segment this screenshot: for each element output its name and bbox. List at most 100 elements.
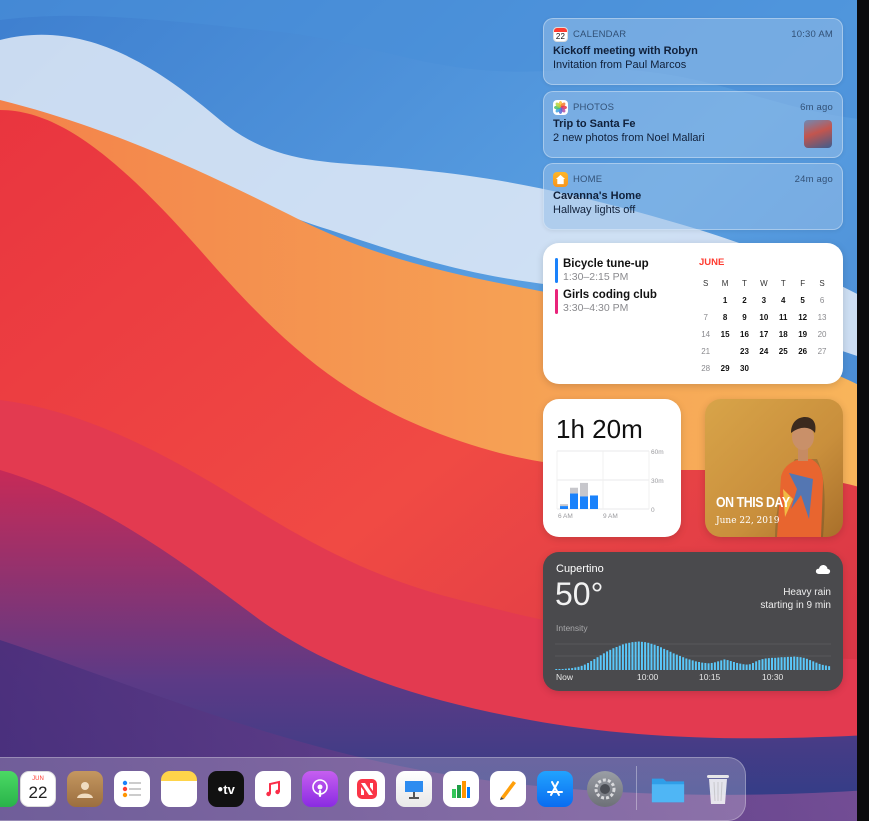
finder-app-icon[interactable] xyxy=(0,771,18,807)
calendar-day[interactable]: 5 xyxy=(793,296,812,305)
numbers-icon xyxy=(452,781,470,798)
calendar-day[interactable]: 12 xyxy=(793,313,812,322)
notification-calendar[interactable]: 22 CALENDAR 10:30 AM Kickoff meeting wit… xyxy=(543,18,843,85)
calendar-app-icon[interactable]: JUN 22 xyxy=(20,771,56,807)
calendar-day[interactable]: 8 xyxy=(715,313,734,322)
calendar-day[interactable]: 23 xyxy=(735,347,754,356)
precipitation-bar xyxy=(574,667,577,670)
calendar-day[interactable]: 21 xyxy=(696,347,715,356)
precipitation-bar xyxy=(704,662,707,670)
calendar-day[interactable]: 7 xyxy=(696,313,715,322)
calendar-day[interactable]: 2 xyxy=(735,296,754,305)
photos-widget[interactable]: ON THIS DAY June 22, 2019 xyxy=(705,399,843,537)
event-color-bar xyxy=(555,258,558,283)
calendar-day[interactable]: 28 xyxy=(696,364,715,373)
cloud-icon xyxy=(815,565,831,574)
keynote-app-icon[interactable] xyxy=(396,771,432,807)
calendar-day[interactable]: 27 xyxy=(812,347,831,356)
screen-time-widget[interactable]: 1h 20m 60m 30m 0 6 AM 9 AM xyxy=(543,399,681,537)
notification-time: 24m ago xyxy=(794,173,833,185)
app-store-icon xyxy=(547,781,563,796)
calendar-day[interactable]: 3 xyxy=(754,296,773,305)
calendar-day[interactable]: 19 xyxy=(793,330,812,339)
precipitation-bar xyxy=(599,655,602,670)
calendar-cell-text: 13 xyxy=(817,313,827,322)
pages-app-icon[interactable] xyxy=(490,771,526,807)
calendar-day[interactable]: 6 xyxy=(812,296,831,305)
contacts-app-icon[interactable] xyxy=(67,771,103,807)
calendar-day[interactable]: 13 xyxy=(812,313,831,322)
calendar-cell-text: 11 xyxy=(779,313,788,322)
calendar-day-today[interactable]: 22 xyxy=(715,343,734,359)
calendar-day[interactable]: 15 xyxy=(715,330,734,339)
weather-condition-line1: Heavy rain xyxy=(783,587,831,598)
precipitation-bar xyxy=(783,657,786,670)
screen-time-bar xyxy=(570,493,578,509)
calendar-day[interactable]: 17 xyxy=(754,330,773,339)
calendar-day[interactable]: 20 xyxy=(812,330,831,339)
calendar-cell-text: S xyxy=(819,279,825,288)
calendar-day[interactable]: 24 xyxy=(754,347,773,356)
calendar-day[interactable]: 10 xyxy=(754,313,773,322)
calendar-day[interactable]: 16 xyxy=(735,330,754,339)
precipitation-bar xyxy=(729,661,732,670)
calendar-day[interactable]: 29 xyxy=(715,364,734,373)
news-icon xyxy=(357,779,377,799)
calendar-cell-text: 16 xyxy=(740,330,749,339)
precipitation-bar xyxy=(663,648,666,670)
calendar-cell-text: 25 xyxy=(778,347,788,356)
calendar-day[interactable]: 1 xyxy=(715,296,734,305)
music-app-icon[interactable] xyxy=(255,771,291,807)
event-item[interactable]: Bicycle tune-up 1:30–2:15 PM xyxy=(555,258,685,283)
intensity-label: Intensity xyxy=(556,623,588,633)
trash-icon[interactable] xyxy=(700,771,736,807)
precipitation-bar xyxy=(767,658,770,670)
downloads-folder-icon[interactable] xyxy=(650,771,686,807)
precipitation-bar xyxy=(786,656,789,670)
weekday-header-row: SMTWTFS xyxy=(696,275,832,292)
calendar-cell-text: M xyxy=(721,279,729,288)
event-name: Girls coding club xyxy=(563,289,657,301)
precipitation-bar xyxy=(561,669,564,670)
calendar-cell-text: 2 xyxy=(742,296,747,305)
event-item[interactable]: Girls coding club 3:30–4:30 PM xyxy=(555,289,685,314)
podcasts-app-icon[interactable] xyxy=(302,771,338,807)
calendar-widget[interactable]: Bicycle tune-up 1:30–2:15 PM Girls codin… xyxy=(543,243,843,384)
gear-icon xyxy=(594,778,616,800)
event-time: 3:30–4:30 PM xyxy=(563,302,629,314)
calendar-cell-text: 27 xyxy=(817,347,827,356)
calendar-day[interactable]: 18 xyxy=(774,330,793,339)
precipitation-bar xyxy=(675,654,678,670)
time-tick-label: 10:30 xyxy=(762,672,784,682)
precipitation-bar xyxy=(656,646,659,670)
precipitation-bar xyxy=(606,651,609,670)
news-app-icon[interactable] xyxy=(349,771,385,807)
calendar-day[interactable]: 30 xyxy=(735,364,754,373)
event-name: Bicycle tune-up xyxy=(563,258,649,270)
calendar-day[interactable]: 9 xyxy=(735,313,754,322)
calendar-day[interactable]: 11 xyxy=(774,313,793,322)
precipitation-bar xyxy=(824,665,827,670)
system-preferences-app-icon[interactable] xyxy=(587,771,623,807)
calendar-day[interactable]: 26 xyxy=(793,347,812,356)
calendar-cell-text: 7 xyxy=(703,313,708,322)
calendar-cell-text: 19 xyxy=(798,330,808,339)
numbers-app-icon[interactable] xyxy=(443,771,479,807)
app-store-app-icon[interactable] xyxy=(537,771,573,807)
tv-app-icon[interactable]: ● tv xyxy=(208,771,244,807)
notes-app-icon[interactable] xyxy=(161,771,197,807)
screen-time-chart: 60m 30m 0 6 AM 9 AM xyxy=(556,449,664,520)
calendar-cell-text: 29 xyxy=(720,364,730,373)
calendar-day[interactable]: 14 xyxy=(696,330,715,339)
precipitation-bar xyxy=(799,657,802,670)
precipitation-bar xyxy=(615,646,618,670)
dock-separator xyxy=(636,766,637,810)
notification-photos[interactable]: PHOTOS 6m ago Trip to Santa Fe 2 new pho… xyxy=(543,91,843,158)
weekday-label: M xyxy=(715,279,734,288)
reminders-app-icon[interactable] xyxy=(114,771,150,807)
precipitation-bar xyxy=(587,662,589,670)
calendar-day[interactable]: 25 xyxy=(774,347,793,356)
calendar-day[interactable]: 4 xyxy=(774,296,793,305)
weather-widget[interactable]: Cupertino 50° Heavy rain starting in 9 m… xyxy=(543,552,843,691)
notification-home[interactable]: HOME 24m ago Cavanna's Home Hallway ligh… xyxy=(543,163,843,230)
